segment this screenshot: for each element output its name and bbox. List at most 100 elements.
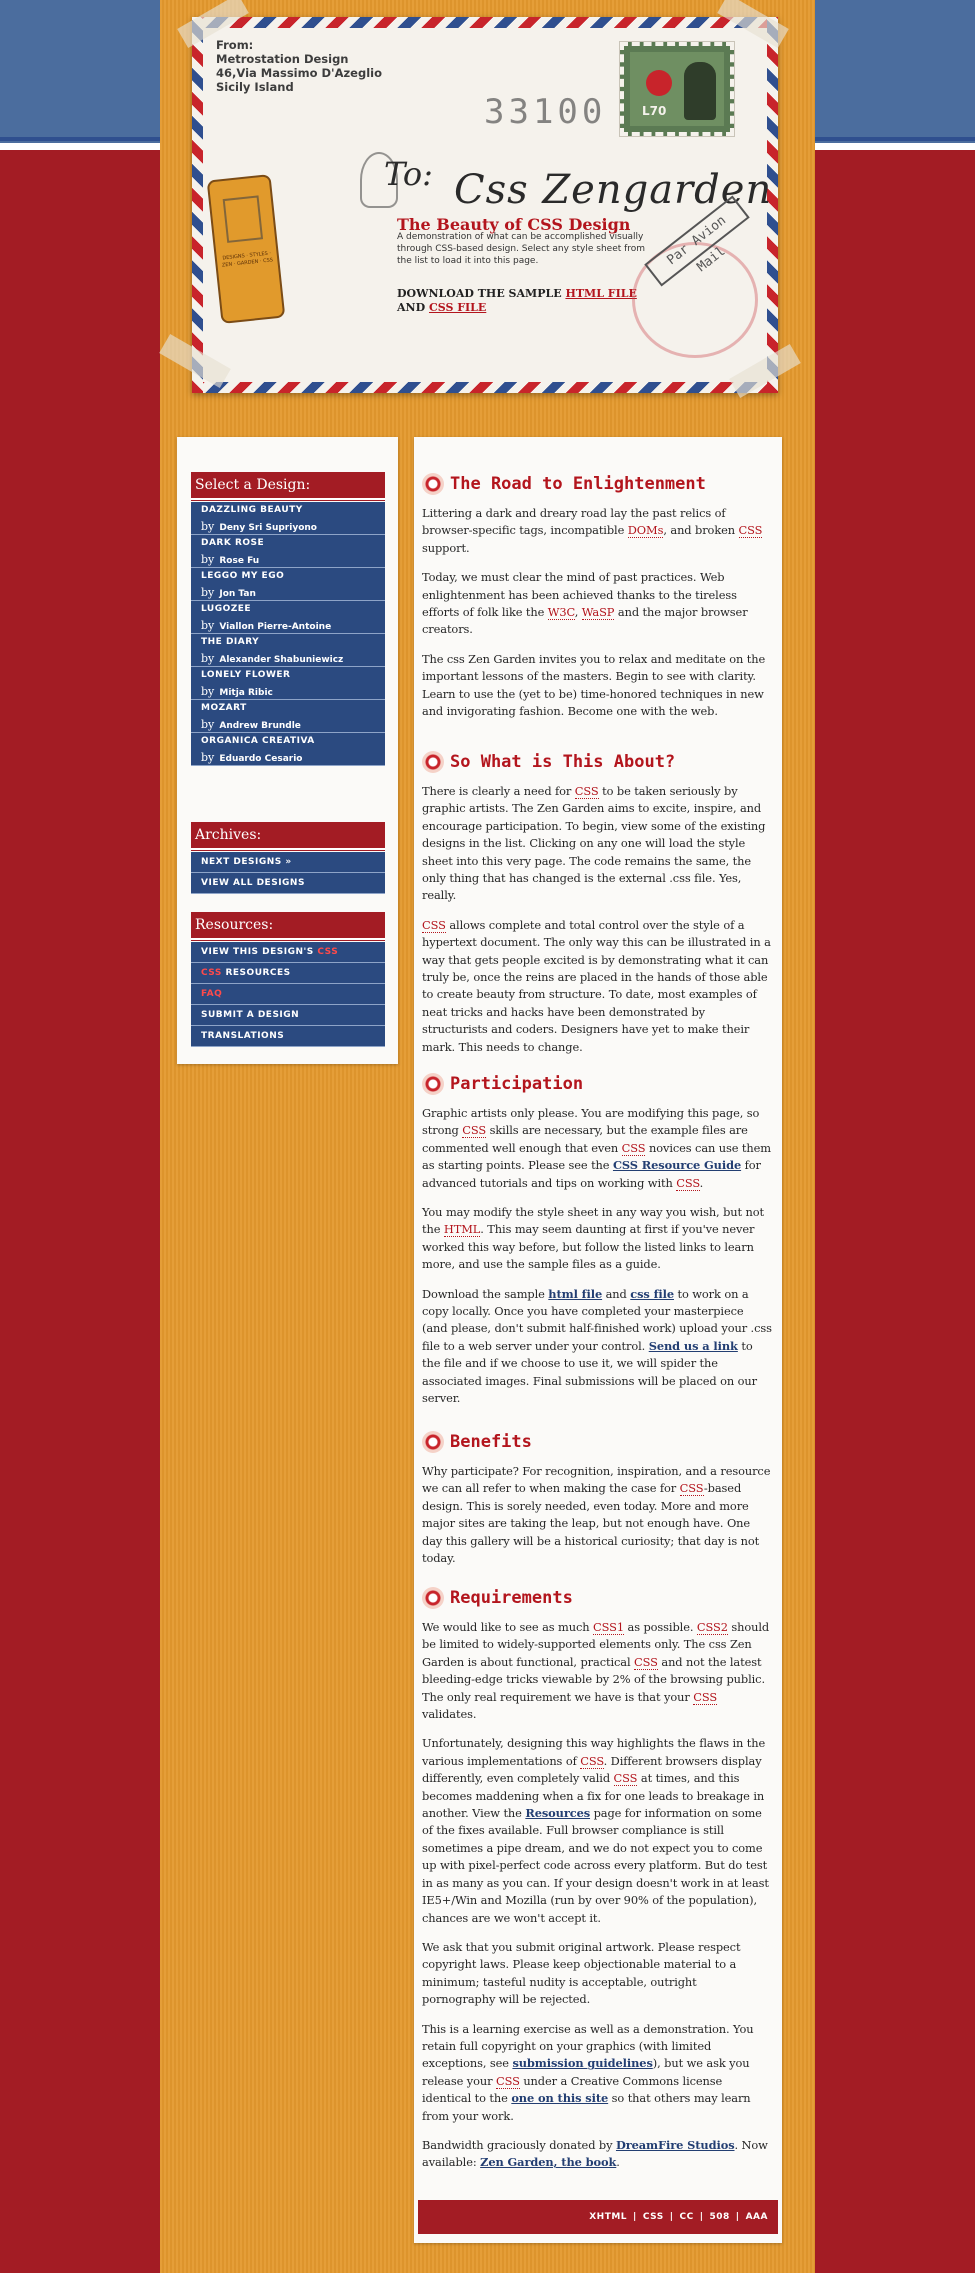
flower-bullet-icon bbox=[422, 1431, 444, 1453]
design-author[interactable]: Viallon Pierre-Antoine bbox=[219, 622, 331, 632]
html-file-link[interactable]: html file bbox=[548, 1287, 602, 1301]
footer-bar: XHTML | CSS | CC | 508 | AAA bbox=[418, 2200, 778, 2234]
section-title: Requirements bbox=[450, 1588, 573, 1608]
view-css-link[interactable]: VIEW THIS DESIGN'S CSS bbox=[191, 942, 385, 963]
footer-link-xhtml[interactable]: XHTML bbox=[589, 2212, 627, 2222]
section-title: So What is This About? bbox=[450, 752, 676, 772]
main-content: The Road to Enlightenment Littering a da… bbox=[414, 437, 782, 2243]
text: allows complete and total control over t… bbox=[422, 917, 771, 1054]
license-link[interactable]: one on this site bbox=[511, 2091, 608, 2105]
submit-design-link[interactable]: SUBMIT A DESIGN bbox=[191, 1005, 385, 1026]
select-design-heading: Select a Design: bbox=[191, 472, 385, 500]
link-accent: FAQ bbox=[201, 989, 223, 999]
design-name[interactable]: DARK ROSE bbox=[201, 538, 375, 548]
link-text: RESOURCES bbox=[221, 968, 291, 978]
section-title: Participation bbox=[450, 1074, 584, 1094]
section-header: Requirements bbox=[422, 1585, 772, 1611]
design-name[interactable]: THE DIARY bbox=[201, 637, 375, 647]
link-accent: CSS bbox=[317, 947, 339, 957]
design-author[interactable]: Rose Fu bbox=[219, 556, 259, 566]
abbr-css: CSS bbox=[422, 917, 446, 933]
parcel-tag-text: DESIGNS · STYLES · ZEN · GARDEN · CSS bbox=[221, 250, 274, 269]
design-list-item[interactable]: ORGANICA CREATIVA by Eduardo Cesario bbox=[191, 733, 385, 766]
paragraph: The css Zen Garden invites you to relax … bbox=[422, 651, 766, 719]
design-list-item[interactable]: LUGOZEE by Viallon Pierre-Antoine bbox=[191, 601, 385, 634]
section-enlightenment: The Road to Enlightenment Littering a da… bbox=[422, 471, 772, 732]
paragraph: CSS allows complete and total control ov… bbox=[422, 917, 772, 1056]
text: support. bbox=[422, 540, 470, 555]
paragraph: There is clearly a need for CSS to be ta… bbox=[422, 783, 772, 905]
by-label: by bbox=[201, 685, 215, 698]
text: . bbox=[616, 2155, 620, 2170]
design-author[interactable]: Alexander Shabuniewicz bbox=[219, 655, 343, 665]
airmail-border-left bbox=[192, 17, 203, 393]
download-prefix: DOWNLOAD THE SAMPLE bbox=[397, 287, 562, 300]
css-resources-link[interactable]: CSS RESOURCES bbox=[191, 963, 385, 984]
design-list-item[interactable]: DAZZLING BEAUTY by Deny Sri Supriyono bbox=[191, 502, 385, 535]
text: , and broken bbox=[663, 523, 739, 538]
design-list-item[interactable]: THE DIARY by Alexander Shabuniewicz bbox=[191, 634, 385, 667]
paragraph: Why participate? For recognition, inspir… bbox=[422, 1463, 772, 1567]
stamp-value: L70 bbox=[642, 104, 667, 118]
design-list-item[interactable]: LONELY FLOWER by Mitja Ribic bbox=[191, 667, 385, 700]
footer-link-aaa[interactable]: AAA bbox=[746, 2212, 768, 2222]
design-author[interactable]: Mitja Ribic bbox=[219, 688, 273, 698]
mail-figure-icon bbox=[222, 195, 264, 243]
paragraph: We ask that you submit original artwork.… bbox=[422, 1939, 741, 2007]
design-author[interactable]: Eduardo Cesario bbox=[219, 754, 302, 764]
text: Bandwidth graciously donated by bbox=[422, 2137, 616, 2152]
view-all-designs-link[interactable]: VIEW ALL DESIGNS bbox=[191, 873, 385, 894]
css-file-link[interactable]: css file bbox=[630, 1287, 674, 1301]
design-list-item[interactable]: DARK ROSE by Rose Fu bbox=[191, 535, 385, 568]
design-name[interactable]: LONELY FLOWER bbox=[201, 670, 375, 680]
from-label: From: bbox=[216, 38, 254, 52]
link-text: SUBMIT A DESIGN bbox=[201, 1010, 300, 1020]
css-resource-guide-link[interactable]: CSS Resource Guide bbox=[613, 1158, 741, 1172]
link-text: TRANSLATIONS bbox=[201, 1031, 285, 1041]
send-link-link[interactable]: Send us a link bbox=[649, 1339, 738, 1353]
design-list: DAZZLING BEAUTY by Deny Sri Supriyono DA… bbox=[191, 502, 385, 766]
submission-guidelines-link[interactable]: submission guidelines bbox=[512, 2056, 652, 2070]
download-html-link[interactable]: HTML FILE bbox=[565, 287, 636, 300]
paragraph: You may modify the style sheet in any wa… bbox=[422, 1204, 772, 1274]
paragraph: Unfortunately, designing this way highli… bbox=[422, 1735, 772, 1926]
resources-link[interactable]: Resources bbox=[525, 1806, 590, 1820]
abbr-css: CSS bbox=[580, 1753, 604, 1769]
resources-list: VIEW THIS DESIGN'S CSS CSS RESOURCES FAQ… bbox=[191, 942, 385, 1047]
footer-link-cc[interactable]: CC bbox=[679, 2212, 693, 2222]
envelope-header: From: Metrostation Design 46,Via Massimo… bbox=[192, 17, 778, 393]
footer-separator: | bbox=[633, 2212, 637, 2222]
translations-link[interactable]: TRANSLATIONS bbox=[191, 1026, 385, 1047]
footer-link-508[interactable]: 508 bbox=[710, 2212, 730, 2222]
by-label: by bbox=[201, 553, 215, 566]
zen-garden-book-link[interactable]: Zen Garden, the book bbox=[480, 2155, 616, 2169]
design-author[interactable]: Deny Sri Supriyono bbox=[219, 523, 317, 533]
airmail-border-bottom bbox=[192, 382, 778, 393]
download-css-link[interactable]: CSS FILE bbox=[429, 301, 486, 314]
text: There is clearly a need for bbox=[422, 784, 575, 798]
faq-link[interactable]: FAQ bbox=[191, 984, 385, 1005]
footer-separator: | bbox=[669, 2212, 674, 2222]
design-author[interactable]: Andrew Brundle bbox=[219, 721, 301, 731]
next-designs-link[interactable]: NEXT DESIGNS » bbox=[191, 852, 385, 873]
footer-link-css[interactable]: CSS bbox=[643, 2212, 664, 2222]
by-label: by bbox=[201, 520, 215, 533]
section-header: Participation bbox=[422, 1071, 772, 1097]
abbr-css: CSS bbox=[738, 523, 763, 539]
design-list-item[interactable]: LEGGO MY EGO by Jon Tan bbox=[191, 568, 385, 601]
from-place: Sicily Island bbox=[216, 80, 294, 94]
by-label: by bbox=[201, 619, 215, 632]
postmark-number: 33100 bbox=[484, 92, 607, 132]
design-name[interactable]: LUGOZEE bbox=[201, 604, 375, 614]
by-label: by bbox=[201, 718, 215, 731]
design-list-item[interactable]: MOZART by Andrew Brundle bbox=[191, 700, 385, 733]
dreamfire-link[interactable]: DreamFire Studios bbox=[616, 2138, 735, 2152]
design-author[interactable]: Jon Tan bbox=[219, 589, 256, 599]
design-name[interactable]: ORGANICA CREATIVA bbox=[201, 736, 375, 746]
design-name[interactable]: DAZZLING BEAUTY bbox=[201, 505, 375, 515]
design-name[interactable]: MOZART bbox=[201, 703, 375, 713]
text: to be taken seriously by graphic artists… bbox=[422, 784, 766, 903]
design-name[interactable]: LEGGO MY EGO bbox=[201, 571, 375, 581]
resources-heading: Resources: bbox=[191, 912, 385, 940]
paragraph: Graphic artists only please. You are mod… bbox=[422, 1105, 772, 1192]
